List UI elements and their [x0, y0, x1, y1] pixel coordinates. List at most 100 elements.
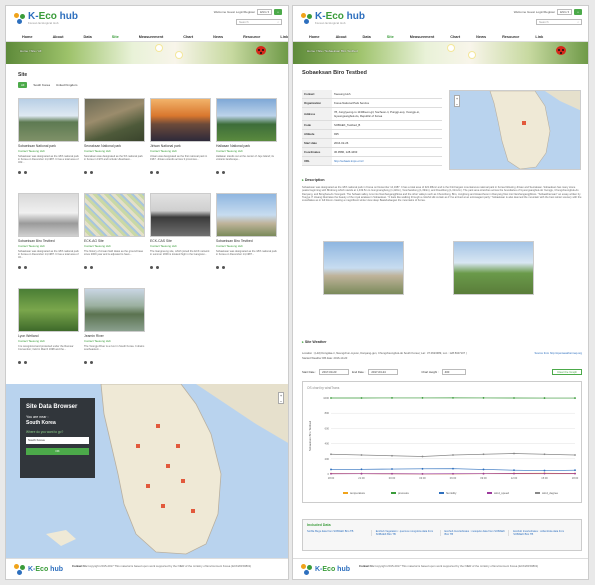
site-thumbnail[interactable] [84, 98, 145, 142]
zoom-control[interactable]: + − [454, 95, 460, 107]
legend-swatch [439, 492, 444, 494]
login-link[interactable]: Welcome Guest Login/Register [214, 10, 255, 14]
nav-about[interactable]: About [53, 35, 64, 39]
contact-link[interactable]: Contact Us [72, 564, 87, 568]
related-link[interactable]: Ecohub Vegetation : quercus mongolica da… [376, 530, 441, 537]
legend-item: temperature [350, 491, 366, 495]
search-input[interactable]: Search ⌕ [236, 19, 282, 25]
site-card[interactable]: Hallasan National park Contact Taesung H… [216, 98, 277, 190]
nav-measurement[interactable]: Measurement [410, 35, 434, 39]
clear-graph-button[interactable]: Clear the Graph [552, 368, 582, 375]
related-link[interactable]: Ecohub Invertebrates : collembola data f… [513, 530, 577, 536]
site-thumbnail[interactable] [150, 98, 211, 142]
site-url-link[interactable]: http://sobaek.knps.or.kr/ [332, 156, 442, 166]
home-icon[interactable]: ⌂ [274, 9, 282, 15]
site-card[interactable]: ECK-AG Site Contact Taesung Huh The hist… [84, 193, 145, 285]
footer-logo[interactable]: K-Eco hub [14, 564, 63, 576]
weather-source-link[interactable]: Source from http://openweathermap.org [534, 352, 582, 355]
nav-news[interactable]: News [213, 35, 223, 39]
y-tick-label: 800 [325, 411, 330, 415]
destination-input[interactable]: South Korea [26, 437, 89, 444]
home-icon[interactable]: ⌂ [574, 9, 582, 15]
site-thumbnail[interactable] [216, 98, 277, 142]
nav-home[interactable]: Home [22, 35, 33, 39]
site-card[interactable]: Seoraksan National park Contact Taesung … [84, 98, 145, 190]
end-date-input[interactable]: 2017-03-24 [368, 368, 399, 375]
site-thumbnail[interactable] [18, 288, 79, 332]
site-thumbnail[interactable] [216, 193, 277, 237]
logo[interactable]: K-Eco hub Korean Ecological Hub [14, 12, 78, 25]
nav-about[interactable]: About [336, 35, 347, 39]
nav-chart[interactable]: Chart [450, 35, 460, 39]
card-actions[interactable] [18, 266, 79, 269]
nav-site[interactable]: Site [387, 35, 394, 39]
zoom-control[interactable]: + − [278, 392, 284, 404]
language-select[interactable]: ENG ▾ [557, 9, 572, 15]
flower-image [156, 45, 162, 51]
x-tick-label: 06:00 [450, 476, 457, 480]
nav-data[interactable]: Data [363, 35, 371, 39]
nav-chart[interactable]: Chart [183, 35, 193, 39]
site-thumbnail[interactable] [84, 288, 145, 332]
card-actions[interactable] [150, 266, 211, 269]
site-thumbnail[interactable] [150, 193, 211, 237]
login-link[interactable]: Welcome Guest Login/Register [514, 10, 555, 14]
site-thumbnail[interactable] [18, 193, 79, 237]
search-input[interactable]: Search ⌕ [536, 19, 582, 25]
language-select[interactable]: ENG ▾ [257, 9, 272, 15]
nav-home[interactable]: Home [309, 35, 320, 39]
nav-link[interactable]: Link [535, 35, 543, 39]
site-thumbnail[interactable] [18, 98, 79, 142]
card-actions[interactable] [18, 171, 79, 174]
search-icon[interactable]: ⌕ [277, 20, 279, 25]
legend-swatch [343, 492, 348, 494]
card-actions[interactable] [84, 361, 145, 364]
filter-south-korea[interactable]: South Korea [33, 83, 50, 87]
site-photo[interactable] [453, 241, 534, 295]
search-icon[interactable]: ⌕ [577, 20, 579, 25]
data-point [574, 472, 576, 475]
card-actions[interactable] [216, 171, 277, 174]
site-photo[interactable] [323, 241, 404, 295]
logo[interactable]: K-Eco hub Korean Ecological Hub [301, 12, 365, 25]
nav-news[interactable]: News [476, 35, 486, 39]
site-card[interactable]: Sobaeksan Biro Testbed Contact Taesung H… [216, 193, 277, 285]
nav-resource[interactable]: Resource [502, 35, 519, 39]
data-point [360, 468, 363, 471]
site-card[interactable]: Jirisan National park Contact Taesung Hu… [150, 98, 211, 190]
contact-link[interactable]: Contact Us [359, 564, 374, 568]
site-card[interactable]: Jeamin River Contact Taesung Huh The Yeo… [84, 288, 145, 380]
data-point [513, 469, 515, 472]
site-card[interactable]: ECK-CAS Site Contact Taesung Huh The Gan… [150, 193, 211, 285]
site-thumbnail[interactable] [84, 193, 145, 237]
site-map[interactable]: + − Site Data Browser You are near : Sout… [6, 384, 288, 560]
chart-height-input[interactable]: 400 [441, 368, 466, 375]
nav-measurement[interactable]: Measurement [139, 35, 163, 39]
nav-data[interactable]: Data [84, 35, 92, 39]
card-actions[interactable] [84, 171, 145, 174]
nav-resource[interactable]: Resource [243, 35, 260, 39]
y-tick-label: 600 [325, 426, 330, 430]
card-actions[interactable] [18, 361, 79, 364]
card-actions[interactable] [84, 266, 145, 269]
site-card[interactable]: Lyon Wetland Contact Taesung Huh It is r… [18, 288, 79, 380]
filter-united-kingdom[interactable]: United Kingdom [56, 83, 77, 87]
nav-site[interactable]: Site [112, 35, 119, 39]
legend-item: wind_speed [494, 491, 509, 495]
card-actions[interactable] [150, 171, 211, 174]
logo-icon [14, 12, 26, 25]
site-location-map[interactable]: + − [449, 90, 581, 170]
filter-all[interactable]: All [18, 82, 28, 88]
related-link[interactable]: Sorfile Bugs data from SOBAEK Biro TB [307, 530, 372, 537]
related-link[interactable]: Ecohub Invertebrates : mosquito data fro… [445, 530, 510, 537]
go-button[interactable]: OK [26, 448, 89, 455]
header: K-Eco hub Korean Ecological Hub Welcome … [6, 6, 288, 32]
card-actions[interactable] [216, 266, 277, 269]
site-card[interactable]: Sobaeksan Biro Testbed Contact Taesung H… [18, 193, 79, 285]
start-date-input[interactable]: 2017-03-23 [319, 368, 350, 375]
site-card[interactable]: Sobaeksan National park Contact Taesung … [18, 98, 79, 190]
footer-logo[interactable]: K-Eco hub [301, 564, 350, 576]
data-point [421, 472, 424, 475]
site-grid: Sobaeksan National park Contact Taesung … [18, 98, 280, 380]
nav-link[interactable]: Link [280, 35, 288, 39]
